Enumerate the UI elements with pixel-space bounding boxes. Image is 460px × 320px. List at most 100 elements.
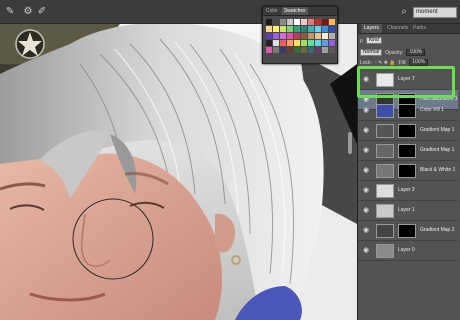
options-bar: ✎ ⚙ ✐ ⌕ moment — [0, 0, 460, 24]
brush-icon[interactable]: ✎ — [4, 6, 16, 18]
swatch-cell[interactable] — [301, 33, 307, 39]
canvas-scroll-thumb[interactable] — [348, 132, 352, 154]
layer-thumbnail — [376, 224, 394, 238]
swatch-cell[interactable] — [301, 47, 307, 53]
swatch-cell[interactable] — [273, 19, 279, 25]
swatch-cell[interactable] — [287, 33, 293, 39]
layer-row[interactable]: ◉ Gradient Map 2 — [358, 221, 458, 241]
tab-swatches[interactable]: Swatches — [281, 7, 308, 15]
layer-name: Color Fill 1 — [420, 107, 444, 113]
layers-panel-tabs: Layers Channels Paths — [358, 24, 460, 34]
swatch-cell[interactable] — [329, 47, 335, 53]
swatch-cell[interactable] — [315, 47, 321, 53]
swatch-cell[interactable] — [280, 19, 286, 25]
visibility-eye-icon[interactable]: ◉ — [362, 127, 370, 135]
fill-label: Fill: — [398, 59, 407, 66]
swatch-cell[interactable] — [266, 26, 272, 32]
swatch-cell[interactable] — [308, 33, 314, 39]
swatch-cell[interactable] — [266, 47, 272, 53]
layer-row[interactable]: ◉ Layer 1 — [358, 201, 458, 221]
swatch-cell[interactable] — [294, 33, 300, 39]
layer-row[interactable]: ◉ Color Fill 1 — [358, 101, 458, 121]
swatch-cell[interactable] — [322, 40, 328, 46]
swatch-cell[interactable] — [329, 19, 335, 25]
swatch-cell[interactable] — [294, 26, 300, 32]
lock-icons[interactable]: ▫ ✎ ✥ 🔒 — [375, 60, 396, 66]
swatch-cell[interactable] — [322, 33, 328, 39]
swatch-cell[interactable] — [308, 40, 314, 46]
blend-mode-select[interactable]: Normal — [360, 49, 383, 56]
swatch-cell[interactable] — [287, 47, 293, 53]
layer-mask-thumbnail — [398, 164, 416, 178]
visibility-eye-icon[interactable]: ◉ — [362, 147, 370, 155]
swatch-cell[interactable] — [287, 40, 293, 46]
swatch-cell[interactable] — [280, 47, 286, 53]
workspace-search-field[interactable]: moment — [413, 7, 457, 18]
document-canvas[interactable] — [0, 24, 357, 320]
swatch-cell[interactable] — [322, 19, 328, 25]
swatch-cell[interactable] — [329, 26, 335, 32]
layer-thumbnail — [376, 164, 394, 178]
visibility-eye-icon[interactable]: ◉ — [362, 107, 370, 115]
swatch-cell[interactable] — [322, 26, 328, 32]
swatch-cell[interactable] — [329, 40, 335, 46]
layer-name: Layer 1 — [398, 207, 415, 213]
tab-layers[interactable]: Layers — [361, 24, 383, 33]
swatch-cell[interactable] — [287, 26, 293, 32]
swatches-panel: Color Swatches — [262, 6, 338, 64]
visibility-eye-icon[interactable]: ◉ — [362, 247, 370, 255]
swatch-cell[interactable] — [273, 47, 279, 53]
layer-thumbnail — [376, 144, 394, 158]
visibility-eye-icon[interactable]: ◉ — [362, 187, 370, 195]
swatch-cell[interactable] — [294, 40, 300, 46]
opacity-label: Opacity: — [385, 49, 404, 56]
swatch-cell[interactable] — [315, 19, 321, 25]
swatch-cell[interactable] — [315, 26, 321, 32]
swatch-cell[interactable] — [294, 19, 300, 25]
swatch-cell[interactable] — [266, 33, 272, 39]
swatch-cell[interactable] — [315, 33, 321, 39]
settings-icon[interactable]: ⚙ — [22, 6, 34, 18]
layer-row[interactable]: ◉ Layer 0 — [358, 241, 458, 261]
swatch-cell[interactable] — [315, 40, 321, 46]
swatch-cell[interactable] — [280, 33, 286, 39]
fill-field[interactable]: 100% — [409, 59, 429, 66]
swatch-cell[interactable] — [266, 40, 272, 46]
layer-row[interactable]: ◉ Gradient Map 1 — [358, 121, 458, 141]
swatch-cell[interactable] — [273, 26, 279, 32]
visibility-eye-icon[interactable]: ◉ — [362, 227, 370, 235]
selected-layer-highlight — [357, 66, 455, 98]
swatch-cell[interactable] — [287, 19, 293, 25]
pen-icon[interactable]: ✐ — [36, 6, 48, 18]
swatch-cell[interactable] — [308, 47, 314, 53]
swatch-cell[interactable] — [329, 33, 335, 39]
swatch-cell[interactable] — [301, 19, 307, 25]
swatch-cell[interactable] — [273, 33, 279, 39]
layer-row[interactable]: ◉ Gradient Map 1 — [358, 141, 458, 161]
swatch-cell[interactable] — [273, 40, 279, 46]
visibility-eye-icon[interactable]: ◉ — [362, 167, 370, 175]
tab-color[interactable]: Color — [266, 7, 278, 15]
swatch-cell[interactable] — [308, 19, 314, 25]
swatch-cell[interactable] — [301, 26, 307, 32]
swatch-cell[interactable] — [294, 47, 300, 53]
visibility-eye-icon[interactable]: ◉ — [362, 207, 370, 215]
layer-row[interactable]: ◉ Layer 2 — [358, 181, 458, 201]
blend-row: Normal Opacity: 100% — [360, 48, 426, 57]
layer-mask-thumbnail — [398, 224, 416, 238]
swatch-cell[interactable] — [266, 19, 272, 25]
swatch-cell[interactable] — [322, 47, 328, 53]
layer-name: Gradient Map 1 — [420, 127, 455, 133]
layer-name: Gradient Map 2 — [420, 227, 455, 233]
swatch-cell[interactable] — [301, 40, 307, 46]
opacity-field[interactable]: 100% — [406, 49, 426, 56]
tab-paths[interactable]: Paths — [413, 24, 426, 33]
tab-channels[interactable]: Channels — [387, 24, 408, 33]
search-icon[interactable]: ⌕ — [398, 6, 410, 18]
swatch-cell[interactable] — [280, 40, 286, 46]
swatch-cell[interactable] — [308, 26, 314, 32]
layer-row[interactable]: ◉ Black & White 1 — [358, 161, 458, 181]
layer-name: Layer 2 — [398, 187, 415, 193]
filter-kind-select[interactable]: Kind — [365, 37, 382, 44]
swatch-cell[interactable] — [280, 26, 286, 32]
